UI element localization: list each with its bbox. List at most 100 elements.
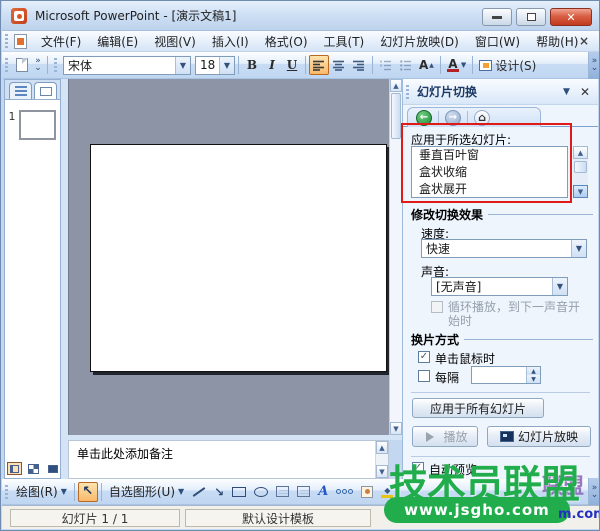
slideshow-view-button[interactable] (45, 462, 60, 475)
menu-slideshow[interactable]: 幻灯片放映(D) (372, 30, 467, 53)
scroll-down-icon[interactable]: ▼ (376, 465, 388, 478)
scroll-up-icon[interactable]: ▲ (573, 146, 588, 159)
transition-list-item[interactable]: 垂直百叶窗 (412, 147, 567, 164)
menu-file[interactable]: 文件(F) (33, 30, 89, 53)
normal-view-button[interactable] (7, 462, 22, 475)
slide-thumbnail[interactable] (19, 110, 56, 140)
chevron-down-icon[interactable]: ▼ (175, 57, 190, 74)
vertical-text-box-tool-icon[interactable] (297, 486, 310, 497)
document-close-icon[interactable]: × (577, 34, 591, 48)
fill-color-icon[interactable]: ◆ (381, 486, 393, 498)
diagram-tool-icon[interactable] (336, 489, 353, 494)
forward-button[interactable]: → (445, 110, 461, 126)
task-pane-menu-icon[interactable]: ▼ (555, 87, 578, 97)
font-name-combobox[interactable]: 宋体 ▼ (63, 56, 191, 75)
bullets-button[interactable] (396, 55, 416, 75)
minimize-icon (492, 16, 502, 19)
notes-scrollbar[interactable]: ▲ ▼ (375, 441, 388, 478)
editor-scrollbar[interactable]: ▲ ▼ (389, 79, 402, 435)
underline-button[interactable]: U (282, 55, 302, 75)
interval-value[interactable] (472, 367, 526, 383)
automatically-after-checkbox[interactable]: 每隔 (418, 369, 459, 386)
close-button[interactable]: ✕ (550, 8, 592, 26)
slideshow-button[interactable]: 幻灯片放映 (487, 426, 591, 447)
scroll-down-icon[interactable]: ▼ (573, 185, 588, 198)
menu-window[interactable]: 窗口(W) (467, 30, 528, 53)
clipart-tool-icon[interactable] (361, 486, 373, 498)
menu-view[interactable]: 视图(V) (146, 30, 204, 53)
divider (411, 392, 590, 393)
select-objects-button[interactable]: ↖ (78, 482, 98, 502)
play-button[interactable]: 播放 (412, 426, 478, 447)
scrollbar-thumb[interactable] (574, 161, 587, 173)
task-pane-close-icon[interactable]: ✕ (578, 85, 598, 99)
spin-down-icon[interactable]: ▼ (527, 375, 540, 383)
numbering-button[interactable] (376, 55, 396, 75)
transition-list-scrollbar[interactable]: ▲ ▼ (573, 146, 588, 198)
oval-tool-icon[interactable] (254, 487, 268, 497)
toolbar-grip[interactable] (5, 485, 8, 499)
wordart-tool-icon[interactable]: A (318, 484, 328, 499)
chevron-down-icon[interactable]: ▼ (552, 278, 567, 295)
back-button[interactable]: ← (416, 110, 432, 126)
sound-dropdown[interactable]: [无声音] ▼ (431, 277, 568, 296)
transition-list-item[interactable]: 盒状收缩 (412, 164, 567, 181)
menu-edit[interactable]: 编辑(E) (89, 30, 146, 53)
new-slide-button[interactable] (12, 55, 32, 75)
on-mouse-click-checkbox[interactable]: 单击鼠标时 (418, 350, 495, 367)
design-icon (479, 60, 492, 71)
minimize-button[interactable] (482, 8, 512, 26)
transition-list-item[interactable]: 盒状展开 (412, 181, 567, 198)
increase-font-size-button[interactable]: A▲ (416, 55, 437, 75)
transition-list[interactable]: 垂直百叶窗 盒状收缩 盒状展开 (411, 146, 568, 198)
home-button[interactable]: ⌂ (474, 110, 490, 126)
arrow-tool-icon[interactable]: ↘ (214, 485, 224, 499)
auto-preview-checkbox[interactable]: 自动预览 (412, 461, 477, 478)
speed-dropdown[interactable]: 快速 ▼ (421, 239, 587, 258)
menu-insert[interactable]: 插入(I) (204, 30, 257, 53)
draw-menu-button[interactable]: 绘图(R)▼ (12, 483, 71, 500)
italic-button[interactable]: I (262, 55, 282, 75)
font-size-combobox[interactable]: 18 ▼ (195, 56, 235, 75)
slideshow-icon (48, 465, 58, 473)
scroll-up-icon[interactable]: ▲ (376, 441, 388, 454)
task-pane-title: 幻灯片切换 (417, 83, 477, 100)
spin-up-icon[interactable]: ▲ (527, 367, 540, 375)
toolbar-grip[interactable] (406, 85, 409, 99)
autoshapes-menu-button[interactable]: 自选图形(U)▼ (105, 483, 188, 500)
rectangle-tool-icon[interactable] (232, 487, 246, 497)
text-box-tool-icon[interactable] (276, 486, 289, 497)
pane-splitter[interactable] (61, 79, 68, 479)
toolbar-grip[interactable] (54, 58, 57, 72)
outline-tab[interactable] (9, 82, 32, 99)
interval-spinner[interactable]: ▲▼ (471, 366, 541, 384)
scroll-down-icon[interactable]: ▼ (390, 422, 402, 435)
apply-to-all-button[interactable]: 应用于所有幻灯片 (412, 398, 544, 418)
chevron-down-icon[interactable]: ▼ (461, 61, 466, 69)
menu-format[interactable]: 格式(O) (257, 30, 316, 53)
chevron-down-icon: ▼ (178, 487, 184, 496)
design-button[interactable]: 设计(S) (476, 55, 539, 75)
slide-canvas[interactable] (90, 144, 387, 372)
align-center-button[interactable] (329, 55, 349, 75)
align-left-button[interactable] (309, 55, 329, 75)
notes-placeholder[interactable]: 单击此处添加备注 (69, 441, 388, 466)
chevron-down-icon[interactable]: ▼ (219, 57, 234, 74)
scroll-up-icon[interactable]: ▲ (390, 79, 402, 92)
toolbar-overflow-icon[interactable]: »⌄ (32, 54, 44, 76)
font-color-button[interactable]: A ▼ (444, 55, 469, 75)
toolbar-grip[interactable] (5, 34, 8, 48)
line-tool-icon[interactable] (193, 487, 206, 497)
menu-tools[interactable]: 工具(T) (316, 30, 373, 53)
toolbar-grip[interactable] (5, 58, 8, 72)
scrollbar-thumb[interactable] (391, 93, 401, 139)
notes-pane[interactable]: 单击此处添加备注 ▲ ▼ (68, 440, 389, 479)
bold-button[interactable]: B (242, 55, 262, 75)
restore-button[interactable] (516, 8, 546, 26)
chevron-down-icon[interactable]: ▼ (571, 240, 586, 257)
toolbar-overflow-icon[interactable]: »⌄ (588, 478, 600, 505)
slides-tab[interactable] (34, 82, 57, 99)
align-right-button[interactable] (349, 55, 369, 75)
slide-sorter-view-button[interactable] (26, 462, 41, 475)
toolbar-overflow-icon[interactable]: »⌄ (588, 52, 600, 79)
